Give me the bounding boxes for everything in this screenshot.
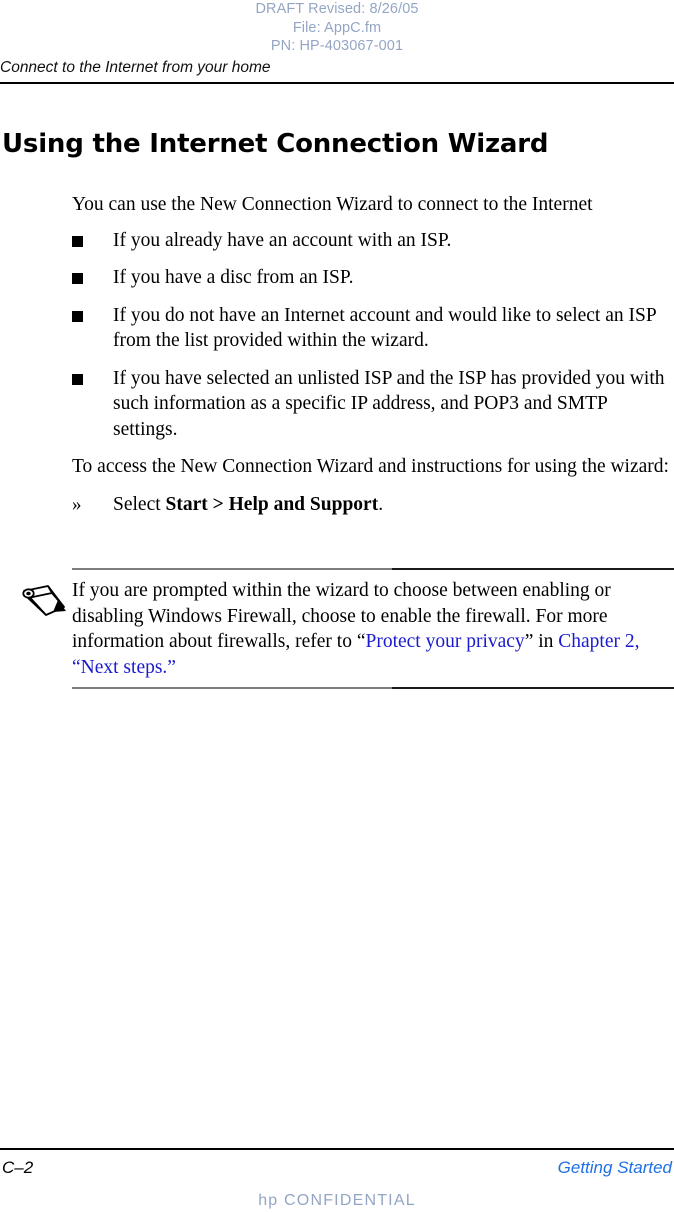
draft-partnumber-line: PN: HP-403067-001 (270, 38, 404, 54)
square-bullet-icon (72, 273, 83, 284)
list-item-text: If you have a disc from an ISP. (113, 267, 354, 288)
note-bottom-divider (72, 687, 674, 689)
draft-file-line: File: AppC.fm (292, 19, 382, 36)
list-item-text: If you do not have an Internet account a… (113, 304, 656, 352)
note-text: If you are prompted within the wizard to… (72, 578, 674, 680)
procedure-step: » Select Start > Help and Support. (72, 492, 674, 518)
condition-bullet-list: If you already have an account with an I… (72, 228, 674, 443)
list-item: If you have a disc from an ISP. (72, 265, 674, 291)
square-bullet-icon (72, 373, 83, 385)
footer-confidential-notice: hp CONFIDENTIAL (258, 1192, 416, 1209)
step-text-suffix: . (378, 493, 384, 515)
list-item: If you have selected an unlisted ISP and… (72, 366, 674, 443)
procedure-step-list: » Select Start > Help and Support. (72, 492, 674, 518)
list-item: If you already have an account with an I… (72, 228, 674, 254)
note-text-part2: ” in (524, 631, 559, 652)
note-top-divider (72, 568, 674, 570)
running-head-divider (0, 82, 674, 84)
list-item-text: If you already have an account with an I… (113, 229, 452, 251)
footer-divider (0, 1148, 674, 1150)
running-head-title: Connect to the Internet from your home (0, 59, 271, 76)
square-bullet-icon (72, 235, 83, 247)
footer-page-number: C–2 (2, 1158, 34, 1177)
pencil-note-icon (18, 582, 70, 622)
running-head: Connect to the Internet from your home (0, 58, 674, 86)
step-text-prefix: Select (113, 493, 166, 515)
list-item-text: If you have selected an unlisted ISP and… (113, 367, 665, 440)
page-title: Using the Internet Connection Wizard (2, 129, 549, 159)
footer-document-name: Getting Started (557, 1158, 672, 1177)
body-content: You can use the New Connection Wizard to… (72, 192, 674, 517)
double-angle-marker-icon: » (72, 493, 82, 515)
link-protect-your-privacy[interactable]: Protect your privacy (365, 631, 524, 652)
access-instructions-paragraph: To access the New Connection Wizard and … (72, 456, 669, 477)
intro-paragraph: You can use the New Connection Wizard to… (72, 194, 593, 215)
list-item: If you do not have an Internet account a… (72, 303, 674, 354)
draft-revision-line: DRAFT Revised: 8/26/05 (255, 1, 419, 17)
step-menu-path: Start > Help and Support (165, 493, 379, 515)
square-bullet-icon (72, 310, 83, 322)
draft-watermark-header: DRAFT Revised: 8/26/05 File: AppC.fm PN:… (0, 0, 674, 56)
